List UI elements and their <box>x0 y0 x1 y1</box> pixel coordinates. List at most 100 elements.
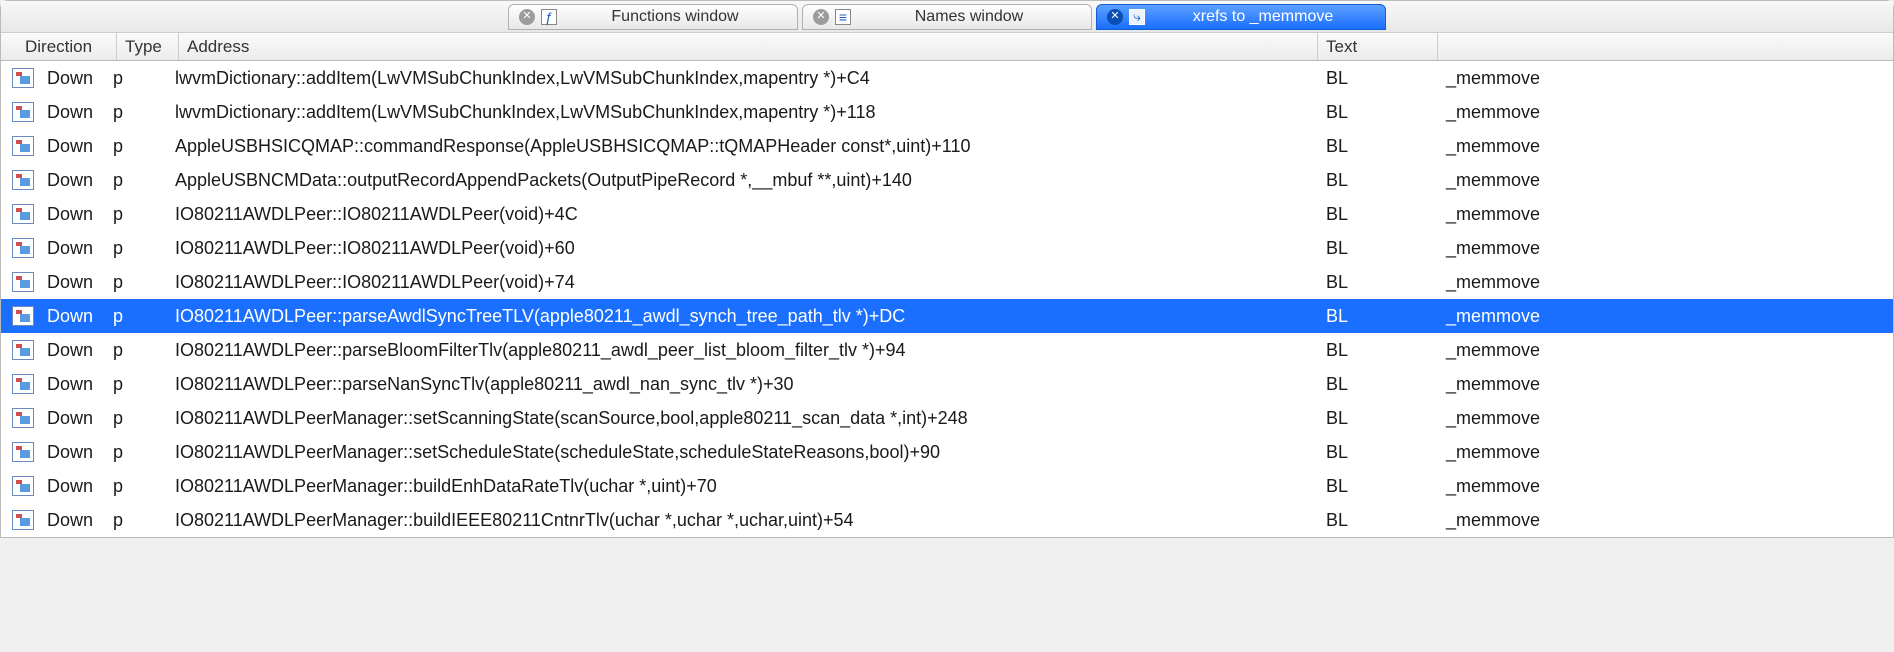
cell-direction: Down <box>39 95 105 129</box>
table-header: Direction Type Address Text <box>1 33 1893 61</box>
xref-icon <box>11 509 35 531</box>
cell-func: _memmove <box>1438 367 1893 401</box>
cell-address: IO80211AWDLPeerManager::setScheduleState… <box>167 435 1318 469</box>
cell-text: BL <box>1318 401 1438 435</box>
cell-text: BL <box>1318 163 1438 197</box>
cell-text: BL <box>1318 367 1438 401</box>
cell-func: _memmove <box>1438 95 1893 129</box>
cell-func: _memmove <box>1438 401 1893 435</box>
cell-address: IO80211AWDLPeer::parseNanSyncTlv(apple80… <box>167 367 1318 401</box>
cell-address: IO80211AWDLPeer::parseAwdlSyncTreeTLV(ap… <box>167 299 1318 333</box>
cell-text: BL <box>1318 231 1438 265</box>
table-row[interactable]: DownpIO80211AWDLPeerManager::buildEnhDat… <box>1 469 1893 503</box>
table-row[interactable]: DownpIO80211AWDLPeer::parseAwdlSyncTreeT… <box>1 299 1893 333</box>
table-row[interactable]: DownpIO80211AWDLPeer::parseNanSyncTlv(ap… <box>1 367 1893 401</box>
table-body: DownplwvmDictionary::addItem(LwVMSubChun… <box>1 61 1893 537</box>
xref-icon <box>11 237 35 259</box>
tab-1[interactable]: ✕≡Names window <box>802 4 1092 30</box>
cell-address: IO80211AWDLPeer::IO80211AWDLPeer(void)+4… <box>167 197 1318 231</box>
xref-icon <box>11 169 35 191</box>
xref-icon <box>11 101 35 123</box>
cell-type: p <box>105 503 167 537</box>
column-address-header[interactable]: Address <box>179 33 1318 60</box>
table-row[interactable]: DownpIO80211AWDLPeer::parseBloomFilterTl… <box>1 333 1893 367</box>
cell-address: AppleUSBHSICQMAP::commandResponse(AppleU… <box>167 129 1318 163</box>
close-icon[interactable]: ✕ <box>519 9 535 25</box>
cell-direction: Down <box>39 61 105 95</box>
cell-func: _memmove <box>1438 299 1893 333</box>
cell-type: p <box>105 401 167 435</box>
column-direction-header[interactable]: Direction <box>17 33 117 60</box>
cell-direction: Down <box>39 163 105 197</box>
cell-type: p <box>105 95 167 129</box>
cell-address: IO80211AWDLPeer::parseBloomFilterTlv(app… <box>167 333 1318 367</box>
cell-address: IO80211AWDLPeerManager::buildEnhDataRate… <box>167 469 1318 503</box>
cell-text: BL <box>1318 333 1438 367</box>
cell-text: BL <box>1318 61 1438 95</box>
xref-icon <box>11 475 35 497</box>
cell-direction: Down <box>39 367 105 401</box>
table-row[interactable]: DownpIO80211AWDLPeer::IO80211AWDLPeer(vo… <box>1 197 1893 231</box>
cell-text: BL <box>1318 299 1438 333</box>
cell-func: _memmove <box>1438 197 1893 231</box>
cell-address: AppleUSBNCMData::outputRecordAppendPacke… <box>167 163 1318 197</box>
table-row[interactable]: DownplwvmDictionary::addItem(LwVMSubChun… <box>1 61 1893 95</box>
cell-type: p <box>105 61 167 95</box>
cell-type: p <box>105 265 167 299</box>
cell-func: _memmove <box>1438 265 1893 299</box>
cell-address: IO80211AWDLPeerManager::setScanningState… <box>167 401 1318 435</box>
cell-address: lwvmDictionary::addItem(LwVMSubChunkInde… <box>167 61 1318 95</box>
cell-direction: Down <box>39 231 105 265</box>
column-icon-header[interactable] <box>1 33 17 60</box>
cell-func: _memmove <box>1438 333 1893 367</box>
table-row[interactable]: DownpIO80211AWDLPeerManager::setScanning… <box>1 401 1893 435</box>
column-func-header[interactable] <box>1438 33 1893 60</box>
tab-label: Functions window <box>563 8 787 26</box>
tab-bar: ✕ƒFunctions window✕≡Names window✕⤷xrefs … <box>1 1 1893 33</box>
cell-text: BL <box>1318 469 1438 503</box>
xref-icon <box>11 271 35 293</box>
cell-direction: Down <box>39 503 105 537</box>
tab-icon: ƒ <box>541 9 557 25</box>
table-row[interactable]: DownpIO80211AWDLPeer::IO80211AWDLPeer(vo… <box>1 231 1893 265</box>
cell-func: _memmove <box>1438 469 1893 503</box>
column-type-header[interactable]: Type <box>117 33 179 60</box>
xrefs-window: ✕ƒFunctions window✕≡Names window✕⤷xrefs … <box>0 0 1894 538</box>
table-row[interactable]: DownpIO80211AWDLPeerManager::buildIEEE80… <box>1 503 1893 537</box>
cell-text: BL <box>1318 435 1438 469</box>
table-row[interactable]: DownpAppleUSBHSICQMAP::commandResponse(A… <box>1 129 1893 163</box>
xref-icon <box>11 305 35 327</box>
cell-text: BL <box>1318 197 1438 231</box>
cell-direction: Down <box>39 333 105 367</box>
tab-2[interactable]: ✕⤷xrefs to _memmove <box>1096 4 1386 30</box>
cell-direction: Down <box>39 265 105 299</box>
cell-type: p <box>105 163 167 197</box>
cell-address: IO80211AWDLPeerManager::buildIEEE80211Cn… <box>167 503 1318 537</box>
column-text-header[interactable]: Text <box>1318 33 1438 60</box>
cell-type: p <box>105 469 167 503</box>
xref-icon <box>11 441 35 463</box>
cell-text: BL <box>1318 503 1438 537</box>
cell-text: BL <box>1318 95 1438 129</box>
cell-func: _memmove <box>1438 129 1893 163</box>
table-row[interactable]: DownpIO80211AWDLPeer::IO80211AWDLPeer(vo… <box>1 265 1893 299</box>
table-row[interactable]: DownplwvmDictionary::addItem(LwVMSubChun… <box>1 95 1893 129</box>
cell-func: _memmove <box>1438 231 1893 265</box>
cell-type: p <box>105 435 167 469</box>
cell-direction: Down <box>39 129 105 163</box>
cell-type: p <box>105 367 167 401</box>
cell-text: BL <box>1318 265 1438 299</box>
table-row[interactable]: DownpAppleUSBNCMData::outputRecordAppend… <box>1 163 1893 197</box>
table-row[interactable]: DownpIO80211AWDLPeerManager::setSchedule… <box>1 435 1893 469</box>
tab-icon: ≡ <box>835 9 851 25</box>
close-icon[interactable]: ✕ <box>1107 9 1123 25</box>
cell-direction: Down <box>39 435 105 469</box>
cell-address: IO80211AWDLPeer::IO80211AWDLPeer(void)+7… <box>167 265 1318 299</box>
xref-icon <box>11 373 35 395</box>
cell-direction: Down <box>39 299 105 333</box>
close-icon[interactable]: ✕ <box>813 9 829 25</box>
cell-direction: Down <box>39 401 105 435</box>
cell-type: p <box>105 333 167 367</box>
cell-type: p <box>105 129 167 163</box>
tab-0[interactable]: ✕ ƒ Functions window <box>508 4 798 30</box>
